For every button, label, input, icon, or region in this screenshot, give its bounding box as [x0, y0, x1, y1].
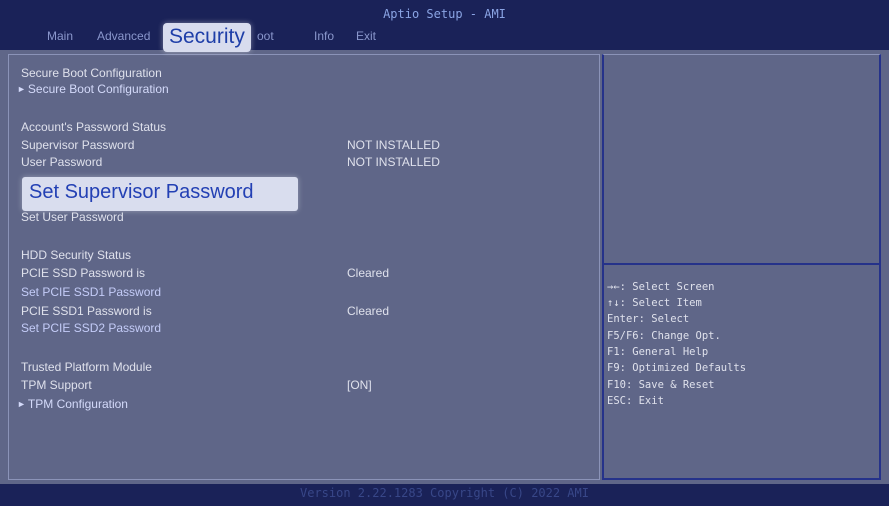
- help-save-reset: F10: Save & Reset: [607, 379, 715, 391]
- help-general-help: F1: General Help: [607, 346, 709, 358]
- menu-bar: Main Advanced oot Info Exit Security: [0, 23, 889, 52]
- set-user-password-item[interactable]: Set User Password: [21, 210, 124, 224]
- top-bar: Aptio Setup - AMI Main Advanced oot Info…: [0, 0, 889, 52]
- password-status-header: Account's Password Status: [21, 120, 167, 134]
- tpm-configuration-link[interactable]: ► TPM Configuration: [17, 397, 128, 411]
- user-password-label: User Password: [21, 155, 103, 169]
- tab-boot[interactable]: oot: [257, 29, 274, 43]
- help-optimized-defaults: F9: Optimized Defaults: [607, 362, 747, 374]
- help-divider: [604, 263, 879, 265]
- bios-screen: Aptio Setup - AMI Main Advanced oot Info…: [0, 0, 889, 506]
- tab-advanced[interactable]: Advanced: [97, 29, 150, 43]
- help-panel: [602, 54, 881, 480]
- help-enter: Enter: Select: [607, 313, 690, 325]
- pcie-ssd1-password-label: PCIE SSD1 Password is: [21, 304, 152, 318]
- submenu-arrow-icon: ►: [17, 399, 26, 409]
- supervisor-password-label: Supervisor Password: [21, 138, 135, 152]
- help-exit: ESC: Exit: [607, 395, 664, 407]
- tpm-support-value[interactable]: [ON]: [347, 378, 372, 392]
- version-text: Version 2.22.1283 Copyright (C) 2022 AMI: [300, 486, 589, 500]
- submenu-arrow-icon: ►: [17, 84, 26, 94]
- secure-boot-configuration-link[interactable]: ► Secure Boot Configuration: [17, 82, 169, 96]
- tab-main[interactable]: Main: [47, 29, 73, 43]
- set-pcie-ssd1-password-item[interactable]: Set PCIE SSD1 Password: [21, 285, 161, 299]
- tab-info[interactable]: Info: [314, 29, 334, 43]
- secure-boot-configuration-label: Secure Boot Configuration: [27, 82, 169, 96]
- tpm-support-label: TPM Support: [21, 378, 92, 392]
- secure-boot-header: Secure Boot Configuration: [21, 66, 162, 80]
- pcie-ssd-password-value: Cleared: [347, 266, 390, 280]
- help-change-opt: F5/F6: Change Opt.: [607, 330, 721, 342]
- help-select-item: ↑↓: Select Item: [607, 297, 702, 309]
- tpm-configuration-label: TPM Configuration: [27, 397, 128, 411]
- pcie-ssd-password-label: PCIE SSD Password is: [21, 266, 146, 280]
- app-title: Aptio Setup - AMI: [383, 7, 506, 21]
- pcie-ssd1-password-value: Cleared: [347, 304, 390, 318]
- user-password-value: NOT INSTALLED: [347, 155, 440, 169]
- set-supervisor-password-item[interactable]: Set Supervisor Password: [22, 177, 298, 211]
- set-pcie-ssd2-password-item[interactable]: Set PCIE SSD2 Password: [21, 321, 161, 335]
- tab-security[interactable]: Security: [163, 23, 251, 52]
- set-supervisor-password-label: Set Supervisor Password: [29, 181, 254, 203]
- hdd-security-header: HDD Security Status: [21, 248, 132, 262]
- tab-exit[interactable]: Exit: [356, 29, 376, 43]
- help-select-screen: →←: Select Screen: [607, 281, 715, 293]
- tpm-header: Trusted Platform Module: [21, 360, 152, 374]
- supervisor-password-value: NOT INSTALLED: [347, 138, 440, 152]
- footer-bar: Version 2.22.1283 Copyright (C) 2022 AMI: [0, 484, 889, 506]
